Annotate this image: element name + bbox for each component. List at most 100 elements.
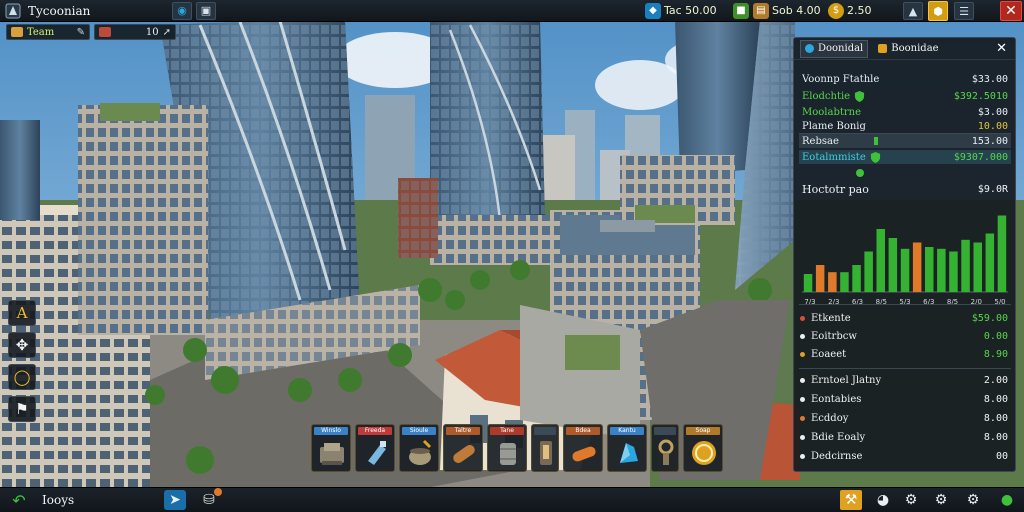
gear-icon: ⚙ [934,492,948,508]
team-chip[interactable]: Team ✎ [6,24,90,40]
gear-button-3[interactable]: ⚙ [962,490,984,510]
ticket-icon [11,27,23,37]
chart-bar [912,242,922,292]
inventory-button[interactable]: ⛁ [198,488,222,510]
hotbar-slot-2[interactable]: Freeda [355,424,395,472]
chart-bar [803,274,813,292]
move-arrows-icon: ✥ [15,336,29,354]
chart-value: $9.0R [977,183,1008,195]
stat-row: Moolabtrne $3.00 [802,106,1008,118]
chart-bar [876,229,885,292]
stat-row: Voonnp Ftathle $33.00 [802,73,1008,85]
hotbar-slot-8[interactable]: Kantu [607,424,647,472]
count-chip[interactable]: 10 ➚ [94,24,176,40]
game-logo-icon[interactable] [0,0,26,22]
chart-bar [815,265,825,292]
bullet-icon [800,434,805,440]
barrel-icon [500,443,516,465]
camera-button[interactable]: ◉ [172,1,192,20]
revenue-bar-chart: 7/3 2/3 6/3 8/5 5/3 6/3 8/5 2/0 5/0 [802,215,1008,306]
bullet-icon [800,453,805,459]
chat-icon: ◕ [876,492,890,508]
top-bar: Tycoonian ◉ ▣ ◆ Tac 50.00 ■ ▤ Sob 4.00 $… [0,0,1024,22]
chart-title: Hoctotr pao [802,182,869,196]
back-button[interactable]: ↶ [8,490,30,510]
hotbar-slot-9[interactable] [651,424,679,472]
list-item[interactable]: Bdie Eoaly 8.00 [800,429,1008,445]
map-button[interactable]: ➤ [164,490,186,510]
hotbar-slot-1[interactable]: Winslo [311,424,351,472]
close-button[interactable]: ✕ [1000,1,1022,21]
chart-bar [900,248,910,292]
status-button[interactable]: ● [996,490,1018,510]
resource-gems: ◆ Tac 50.00 [645,0,717,22]
list-item[interactable]: Ecddoy 8.00 [800,410,1008,426]
list-item[interactable]: Eoitrbcw 0.00 [800,328,1008,344]
chat-button[interactable]: ◕ [872,490,894,510]
resource-crates: ▤ Sob 4.00 [753,0,821,22]
tool-flag-button[interactable]: ⚑ [8,396,36,422]
left-toolbar: A ✥ ◯ ⚑ [8,300,38,428]
gear-button-2[interactable]: ⚙ [930,490,952,510]
cauldron-icon [409,439,432,465]
chart-bar [840,272,849,292]
bullet-icon [800,351,805,357]
hotbar-slot-6[interactable] [531,424,559,472]
list-item[interactable]: Erntoel Jlatny 2.00 [800,372,1008,388]
camera-icon: ◉ [177,4,187,17]
list-item[interactable]: Eontabies 8.00 [800,391,1008,407]
list-item[interactable]: Dedcirnse 00 [800,448,1008,464]
letter-a-icon: A [16,304,28,322]
tool-move-button[interactable]: ✥ [8,332,36,358]
status-icon: ● [1000,492,1014,508]
sliders-icon: ☰ [959,4,969,18]
chart-bar [852,265,861,292]
shop-button[interactable]: ⬢ [928,1,948,21]
tab-stats[interactable]: Doonidal [800,39,869,58]
gear-icon: ⚙ [966,492,980,508]
bottom-label: Iooys [42,493,75,507]
tool-ring-button[interactable]: ◯ [8,364,36,390]
gem-icon: ◆ [645,2,661,19]
floppy-icon: ▣ [200,4,212,17]
divider [799,368,1011,369]
stat-row-selected[interactable]: Eotalmmiste $9307.000 [802,150,1008,164]
divider [799,304,1011,305]
game-title: Tycoonian [28,3,91,18]
coin-icon: $ [828,2,844,19]
stat-row-selected[interactable]: Rebsae 153.00 [802,134,1008,148]
tag-icon [99,27,111,37]
map-icon: ➤ [169,492,181,508]
panel-close-icon[interactable]: ✕ [996,41,1007,56]
back-arrow-icon: ↶ [12,490,26,510]
bottom-bar: ↶ Iooys ➤ ⛁ ⚒ ◕ ⚙ ⚙ ⚙ ● [0,487,1024,512]
hotbar-slot-5[interactable]: Tane [487,424,527,472]
chart-bar [949,251,958,292]
hotbar-slot-7[interactable]: Bdea [563,424,603,472]
resource-crates-value: Sob 4.00 [772,4,821,17]
chart-bar [973,242,982,292]
save-button[interactable]: ▣ [196,1,216,20]
tool-build-button[interactable]: A [8,300,36,326]
tool-button[interactable]: ⚒ [840,490,862,510]
cube-icon: ■ [733,2,749,19]
hotbar-slot-3[interactable]: Sioule [399,424,439,472]
arrow-icon: ➚ [162,26,171,38]
hotbar-slot-4[interactable]: Taltre [443,424,483,472]
list-item[interactable]: Etkente $59.00 [800,310,1008,326]
chart-bar [864,251,873,292]
bell-icon: ▲ [908,4,918,18]
notifications-button[interactable]: ▲ [903,2,923,20]
hotbar-slot-10[interactable]: Soap [683,424,723,472]
chart-bar [925,247,934,292]
resource-blocks: ■ [733,0,752,22]
shield-check-icon [855,90,865,102]
stats-panel-header: Doonidal Boonidae ✕ [794,38,1015,60]
settings-button[interactable]: ☰ [954,2,974,20]
edit-icon: ✎ [76,26,85,38]
list-item[interactable]: Eoaeet 8.90 [800,346,1008,362]
tab-finance[interactable]: Boonidae [874,40,942,58]
resource-coins: $ 2.50 [828,0,872,22]
close-icon: ✕ [1005,3,1017,19]
gear-button-1[interactable]: ⚙ [900,490,922,510]
